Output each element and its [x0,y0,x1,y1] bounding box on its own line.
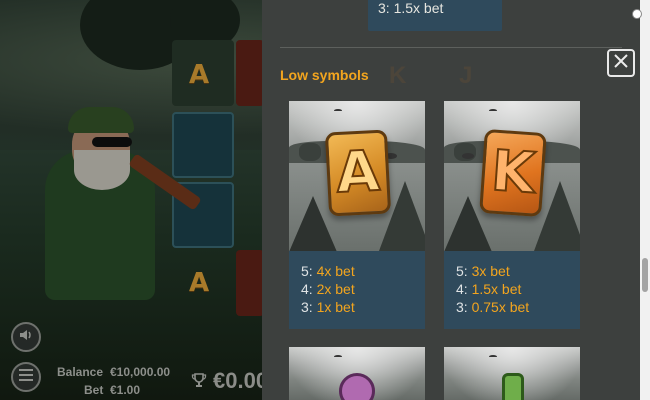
payout-row: 4: 2x bet [301,281,355,297]
payout-row: 5: 3x bet [456,263,510,279]
payout-list: 5: 4x bet 4: 2x bet 3: 1x bet [301,262,355,316]
payout-row: 3: 0.75x bet [456,299,530,315]
menu-button[interactable] [11,362,41,392]
scroll-indicator-icon [632,9,642,19]
reel-column: A A [172,40,234,310]
balance-value: €10,000.00 [110,365,171,379]
payout-row: 3: 1x bet [301,299,355,315]
close-icon [613,53,629,74]
symbol-card-j [444,347,580,400]
pay-line: 3: 1.5x bet [378,0,444,16]
close-button[interactable] [607,49,635,77]
reel-slot-shell [236,250,264,316]
balance-label: Balance [57,365,104,379]
reel-slot-shell [236,40,264,106]
sound-button[interactable] [11,322,41,352]
symbol-j-icon [502,373,524,400]
menu-icon [18,368,34,387]
payout-row: 4: 1.5x bet [456,281,522,297]
symbol-art [289,347,425,400]
section-title-low-symbols: Low symbols [280,67,369,83]
symbol-art: A [289,101,425,251]
bet-label: Bet [84,383,104,397]
reel-slot-duck-call [172,112,234,178]
section-divider [280,47,622,48]
scrollbar-track[interactable] [640,0,650,400]
symbol-card-k: K 5: 3x bet 4: 1.5x bet 3: 0.75x bet [444,101,580,329]
payout-list: 5: 3x bet 4: 1.5x bet 3: 0.75x bet [456,262,529,316]
speaker-icon [18,327,34,348]
hunter-glasses [92,137,132,147]
paytable-panel: 3: 1.5x bet Low symbols K J A 5: 4x bet … [262,0,640,400]
ghost-letter: K [389,62,407,89]
symbol-art [444,347,580,400]
hunter-character [30,95,202,305]
symbol-k-icon: K [479,128,547,218]
bet-value: €1.00 [110,383,141,397]
reel-symbol-a: A [189,60,210,90]
paytable-card-partial: 3: 1.5x bet [368,0,502,31]
trophy-icon [191,372,207,393]
reel-symbol-a: A [189,268,210,298]
symbol-a-icon: A [324,129,392,217]
scrollbar-thumb[interactable] [642,258,648,292]
hunter-beard [74,150,130,190]
hunter-cap [68,107,134,133]
ghost-letter: J [459,62,473,89]
symbol-art: K [444,101,580,251]
symbol-card-q [289,347,425,400]
symbol-card-a: A 5: 4x bet 4: 2x bet 3: 1x bet [289,101,425,329]
win-amount: €0.00 [213,368,269,393]
payout-row: 5: 4x bet [301,263,355,279]
